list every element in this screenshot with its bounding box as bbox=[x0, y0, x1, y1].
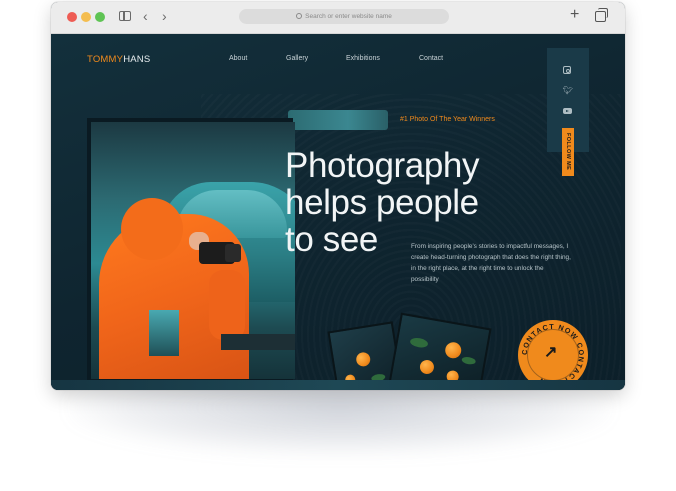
minimize-window-button[interactable] bbox=[81, 12, 91, 22]
photo-camera-lens bbox=[225, 244, 241, 262]
logo-last-name: HANS bbox=[123, 54, 151, 65]
card-leaf bbox=[461, 355, 477, 366]
site-logo[interactable]: TOMMYHANS bbox=[87, 54, 150, 65]
card-fruit bbox=[355, 351, 372, 368]
photo-bag-print bbox=[149, 310, 179, 356]
headline-line-1: Photography bbox=[285, 146, 480, 185]
browser-toolbar: ‹ › Search or enter website name + bbox=[51, 2, 625, 34]
close-window-button[interactable] bbox=[67, 12, 77, 22]
photo-railing bbox=[221, 334, 295, 350]
award-ribbon-image bbox=[288, 110, 388, 130]
search-icon bbox=[296, 13, 303, 19]
follow-me-button[interactable]: FOLLOW ME bbox=[562, 128, 574, 176]
website-hero: TOMMYHANS About Gallery Exhibitions Cont… bbox=[51, 34, 625, 390]
photo-hood bbox=[121, 198, 183, 260]
logo-first-name: TOMMY bbox=[87, 54, 124, 65]
sidebar-toggle-icon[interactable] bbox=[119, 11, 131, 21]
twitter-icon[interactable]: 🐦︎ bbox=[563, 87, 573, 95]
instagram-icon[interactable] bbox=[563, 66, 571, 74]
tab-overview-icon[interactable] bbox=[595, 8, 608, 22]
arrow-up-right-icon: ↗ bbox=[544, 344, 558, 361]
address-placeholder: Search or enter website name bbox=[305, 13, 392, 20]
card-leaf bbox=[409, 336, 429, 349]
card-fruit bbox=[418, 358, 436, 376]
browser-window: ‹ › Search or enter website name + TOMMY… bbox=[51, 2, 625, 390]
maximize-window-button[interactable] bbox=[95, 12, 105, 22]
card-fruit bbox=[443, 341, 463, 360]
youtube-icon[interactable] bbox=[562, 108, 572, 114]
award-tagline: #1 Photo Of The Year Winners bbox=[400, 116, 495, 123]
headline-line-3: to see bbox=[285, 220, 378, 259]
new-tab-plus-icon[interactable]: + bbox=[570, 6, 579, 24]
hero-description: From inspiring people's stories to impac… bbox=[411, 243, 571, 283]
gallery-card-oranges[interactable] bbox=[386, 312, 492, 390]
nav-link-exhibitions[interactable]: Exhibitions bbox=[346, 55, 380, 62]
hero-photo-photographer bbox=[91, 122, 295, 379]
nav-link-about[interactable]: About bbox=[229, 55, 247, 62]
bottom-strip bbox=[51, 380, 625, 390]
nav-link-gallery[interactable]: Gallery bbox=[286, 55, 308, 62]
forward-arrow-icon[interactable]: › bbox=[162, 9, 167, 23]
nav-link-contact[interactable]: Contact bbox=[419, 55, 443, 62]
headline-line-2: helps people bbox=[285, 183, 479, 222]
photo-arm bbox=[209, 270, 245, 340]
back-arrow-icon[interactable]: ‹ bbox=[143, 9, 148, 23]
address-bar[interactable]: Search or enter website name bbox=[239, 9, 449, 24]
